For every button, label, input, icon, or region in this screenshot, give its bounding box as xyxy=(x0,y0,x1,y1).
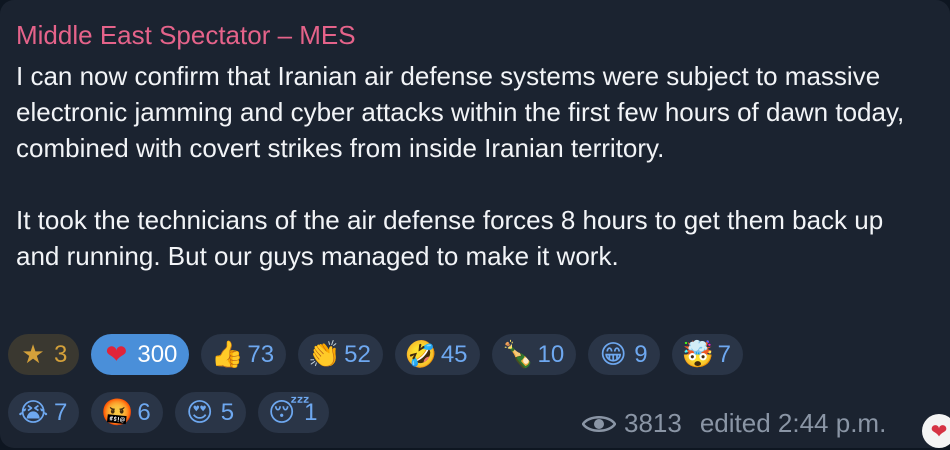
reaction-count: 7 xyxy=(54,398,68,426)
message-paragraph: I can now confirm that Iranian air defen… xyxy=(16,61,905,163)
reaction-count: 73 xyxy=(247,340,275,368)
message-paragraph: It took the technicians of the air defen… xyxy=(16,205,884,271)
reaction-count: 10 xyxy=(537,340,565,368)
reaction-count: 1 xyxy=(304,398,318,426)
cursing-face-icon: 🤬 xyxy=(101,397,134,428)
reactions-row: ★ 3 ❤ 300 👍 73 👏 52 🤣 45 🍾 10 😁 9 🤯 7 xyxy=(8,334,908,375)
heart-reaction-icon[interactable]: ❤ xyxy=(922,414,950,448)
heart-eyes-icon: 😍 xyxy=(186,397,214,428)
reaction-count: 7 xyxy=(717,340,731,368)
view-count: 3813 xyxy=(624,408,682,438)
reaction-cursing-face[interactable]: 🤬 6 xyxy=(91,392,163,433)
reaction-heart-eyes[interactable]: 😍 5 xyxy=(174,392,247,433)
reaction-star[interactable]: ★ 3 xyxy=(8,334,80,375)
reaction-grinning-face[interactable]: 😁 9 xyxy=(588,334,660,375)
reaction-sleeping-face[interactable]: 😴 1 xyxy=(258,392,330,433)
grinning-face-icon: 😁 xyxy=(599,339,627,370)
eye-icon xyxy=(582,415,616,432)
reaction-champagne-bottle[interactable]: 🍾 10 xyxy=(491,334,577,375)
sleeping-face-icon: 😴 xyxy=(268,397,310,428)
reaction-clapping-hands[interactable]: 👏 52 xyxy=(298,334,383,375)
clapping-hands-icon: 👏 xyxy=(308,339,341,370)
reaction-exploding-head[interactable]: 🤯 7 xyxy=(671,334,743,375)
sender-name[interactable]: Middle East Spectator – MES xyxy=(16,20,356,51)
rolling-laughing-icon: 🤣 xyxy=(404,339,438,370)
reaction-count: 52 xyxy=(344,340,371,368)
edited-timestamp: edited 2:44 p.m. xyxy=(699,408,887,438)
message-meta: 3813 edited 2:44 p.m. xyxy=(582,408,886,439)
exploding-head-icon: 🤯 xyxy=(681,339,714,370)
reaction-crying-face[interactable]: 😭 7 xyxy=(8,392,80,433)
star-icon: ★ xyxy=(21,339,45,370)
reaction-count: 300 xyxy=(137,340,178,368)
reaction-rolling-laughing[interactable]: 🤣 45 xyxy=(394,334,480,375)
reaction-count: 5 xyxy=(220,398,235,426)
reaction-count: 6 xyxy=(137,398,151,426)
reaction-thumbs-up[interactable]: 👍 73 xyxy=(201,334,287,375)
message-bubble: Middle East Spectator – MES I can now co… xyxy=(0,0,950,448)
crying-face-icon: 😭 xyxy=(18,397,49,428)
champagne-bottle-icon: 🍾 xyxy=(501,339,534,370)
red-heart-icon: ❤ xyxy=(105,339,128,370)
reaction-count: 9 xyxy=(634,340,648,368)
reaction-count: 45 xyxy=(440,340,468,368)
message-text: I can now confirm that Iranian air defen… xyxy=(16,58,926,274)
reaction-count: 3 xyxy=(54,340,68,368)
thumbs-up-icon: 👍 xyxy=(211,339,244,370)
reaction-red-heart[interactable]: ❤ 300 xyxy=(91,334,190,375)
